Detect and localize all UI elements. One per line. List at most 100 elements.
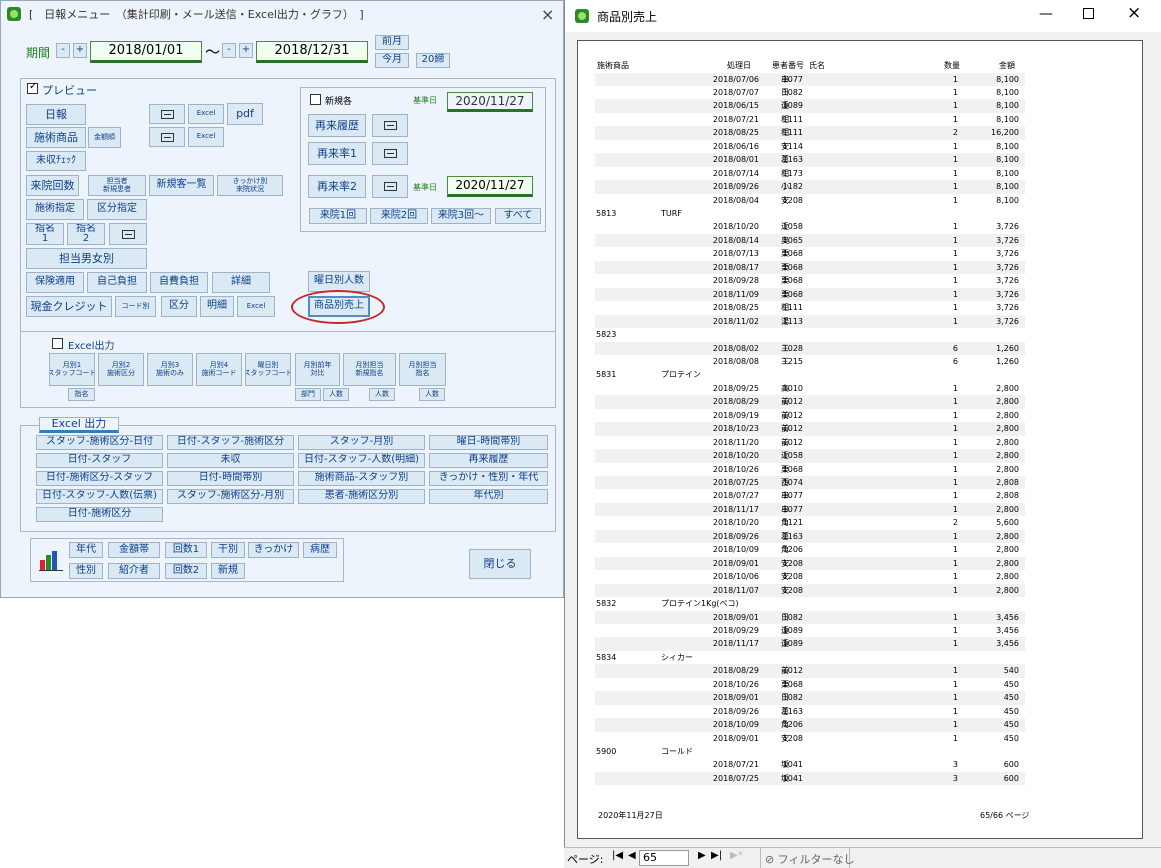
excel-grid-button-0-3[interactable]: 曜日-時間帯別: [429, 435, 548, 450]
sejutsu-shohin-button[interactable]: 施術商品: [26, 127, 86, 148]
visit-1-button[interactable]: 来院1回: [309, 208, 367, 224]
excel-monthly-button-6[interactable]: 月別前年 対比: [295, 353, 340, 386]
nippo-excel-button[interactable]: Excel: [188, 104, 224, 124]
excel-grid-button-1-1[interactable]: 未収: [167, 453, 294, 468]
sejutsu-excel-button[interactable]: Excel: [188, 127, 224, 147]
shinki-list-button[interactable]: 新規客一覧: [149, 175, 214, 196]
sairai1-button[interactable]: 再来率1: [308, 142, 366, 165]
excel-grid-button-3-0[interactable]: 日付-スタッフ-人数(伝票): [36, 489, 163, 504]
kijun-date-field[interactable]: 2020/11/27: [447, 92, 533, 112]
excel-grid-button-0-1[interactable]: 日付-スタッフ-施術区分: [167, 435, 294, 450]
shimei-print-button[interactable]: [109, 223, 147, 245]
excel-grid-button-3-1[interactable]: スタッフ-施術区分-月別: [167, 489, 294, 504]
excel-grid-button-1-2[interactable]: 日付-スタッフ-人数(明細): [298, 453, 425, 468]
shimei-sub-button[interactable]: 指名: [68, 388, 95, 401]
shinki-checkbox[interactable]: [310, 94, 321, 105]
excel-grid-button-3-3[interactable]: 年代別: [429, 489, 548, 504]
shimei1-button[interactable]: 指名 1: [26, 223, 64, 245]
excel-monthly-button-8[interactable]: 月別担当 指名: [399, 353, 446, 386]
graph-button-1-2[interactable]: 回数2: [165, 563, 207, 579]
visit-3-button[interactable]: 来院3回～: [431, 208, 491, 224]
excel-monthly-button-2[interactable]: 月別2 施術区分: [98, 353, 144, 386]
graph-button-0-0[interactable]: 年代: [69, 542, 103, 558]
excel-grid-button-0-0[interactable]: スタッフ-施術区分-日付: [36, 435, 163, 450]
excel-grid-button-2-0[interactable]: 日付-施術区分-スタッフ: [36, 471, 163, 486]
graph-button-1-3[interactable]: 新規: [211, 563, 245, 579]
meisai-button[interactable]: 明細: [200, 296, 234, 317]
date-from-minus-button[interactable]: -: [56, 43, 70, 58]
sejutsu-print-button[interactable]: [149, 127, 185, 147]
preview-checkbox[interactable]: ✓: [27, 81, 38, 94]
graph-button-1-1[interactable]: 紹介者: [108, 563, 160, 579]
ninzu-sub-button-2[interactable]: 人数: [369, 388, 395, 401]
close-button[interactable]: 閉じる: [469, 549, 531, 579]
visit-all-button[interactable]: すべて: [495, 208, 541, 224]
graph-button-1-0[interactable]: 性別: [69, 563, 103, 579]
graph-button-0-3[interactable]: 干別: [211, 542, 245, 558]
excel-out-checkbox[interactable]: [52, 338, 63, 349]
mishu-check-button[interactable]: 未収ﾁｪｯｸ: [26, 151, 86, 171]
graph-button-0-5[interactable]: 病歴: [303, 542, 337, 558]
graph-button-0-4[interactable]: きっかけ: [248, 542, 299, 558]
sairai-rireki-print-button[interactable]: [372, 114, 408, 137]
tanto-shinki-button[interactable]: 担当者 新規患者: [88, 175, 146, 196]
next-page-icon[interactable]: ▶: [698, 850, 706, 861]
tanto-danjo-button[interactable]: 担当男女別: [26, 248, 147, 269]
excel-monthly-button-4[interactable]: 月別4 施術コード: [196, 353, 242, 386]
prev-month-button[interactable]: 前月: [375, 35, 409, 50]
date-to-field[interactable]: 2018/12/31: [256, 41, 368, 63]
close-20-button[interactable]: 20締: [416, 53, 450, 68]
ninzu-sub-button[interactable]: 人数: [323, 388, 349, 401]
sairai1-print-button[interactable]: [372, 142, 408, 165]
date-from-field[interactable]: 2018/01/01: [90, 41, 202, 63]
page-number-input[interactable]: 65: [639, 850, 689, 866]
excel-grid-button-0-2[interactable]: スタッフ-月別: [298, 435, 425, 450]
prev-page-icon[interactable]: ◀: [628, 850, 636, 861]
excel-monthly-button-1[interactable]: 月別1 スタッフコード: [49, 353, 95, 386]
excel-grid-button-3-2[interactable]: 患者-施術区分別: [298, 489, 425, 504]
excel-grid-button-2-3[interactable]: きっかけ・性別・年代: [429, 471, 548, 486]
filter-status[interactable]: ⊘ フィルターなし: [760, 848, 855, 868]
sejutsu-shitei-button[interactable]: 施術指定: [26, 199, 84, 220]
jiko-button[interactable]: 自己負担: [87, 272, 147, 293]
excel-monthly-button-7[interactable]: 月別担当 新規指名: [343, 353, 396, 386]
kijun-date-field-2[interactable]: 2020/11/27: [447, 176, 533, 197]
kikkake-button[interactable]: きっかけ別 来院状況: [217, 175, 283, 196]
nippo-pdf-button[interactable]: pdf: [227, 103, 263, 125]
close-icon[interactable]: ×: [1127, 3, 1141, 23]
date-from-plus-button[interactable]: +: [73, 43, 87, 58]
excel-grid-button-2-2[interactable]: 施術商品-スタッフ別: [298, 471, 425, 486]
excel-grid-button-4-0[interactable]: 日付-施術区分: [36, 507, 163, 522]
sairai2-print-button[interactable]: [372, 175, 408, 198]
close-icon[interactable]: ×: [541, 5, 554, 24]
nippo-print-button[interactable]: [149, 104, 185, 124]
first-page-icon[interactable]: |◀: [612, 850, 623, 861]
nippo-button[interactable]: 日報: [26, 104, 86, 125]
bumon-sub-button[interactable]: 部門: [295, 388, 321, 401]
shosai-button[interactable]: 詳細: [212, 272, 270, 293]
kubun-button[interactable]: 区分: [161, 296, 197, 317]
maximize-icon[interactable]: [1083, 8, 1094, 19]
excel-monthly-button-3[interactable]: 月別3 施術のみ: [147, 353, 193, 386]
excel-grid-button-1-3[interactable]: 再来履歴: [429, 453, 548, 468]
this-month-button[interactable]: 今月: [375, 53, 409, 68]
kubun-shitei-button[interactable]: 区分指定: [87, 199, 147, 220]
sairai2-button[interactable]: 再来率2: [308, 175, 366, 198]
last-page-icon[interactable]: ▶|: [711, 850, 722, 861]
visit-2-button[interactable]: 来院2回: [370, 208, 428, 224]
meisai-excel-button[interactable]: Excel: [237, 296, 275, 317]
minimize-icon[interactable]: —: [1039, 6, 1053, 22]
excel-monthly-button-5[interactable]: 曜日別 スタッフコード: [245, 353, 291, 386]
date-to-minus-button[interactable]: -: [222, 43, 236, 58]
sairai-rireki-button[interactable]: 再来履歴: [308, 114, 366, 137]
shimei2-button[interactable]: 指名 2: [67, 223, 105, 245]
hoken-button[interactable]: 保険適用: [26, 272, 84, 293]
ninzu-sub-button-3[interactable]: 人数: [419, 388, 445, 401]
date-to-plus-button[interactable]: +: [239, 43, 253, 58]
code-betsu-button[interactable]: コード別: [115, 296, 156, 317]
kingaku-order-button[interactable]: 金額順: [88, 127, 121, 148]
graph-button-0-1[interactable]: 金額帯: [108, 542, 160, 558]
jihi-button[interactable]: 自費負担: [150, 272, 208, 293]
youbi-ninzu-button[interactable]: 曜日別人数: [308, 271, 370, 292]
raiin-kaisu-button[interactable]: 来院回数: [26, 175, 79, 196]
